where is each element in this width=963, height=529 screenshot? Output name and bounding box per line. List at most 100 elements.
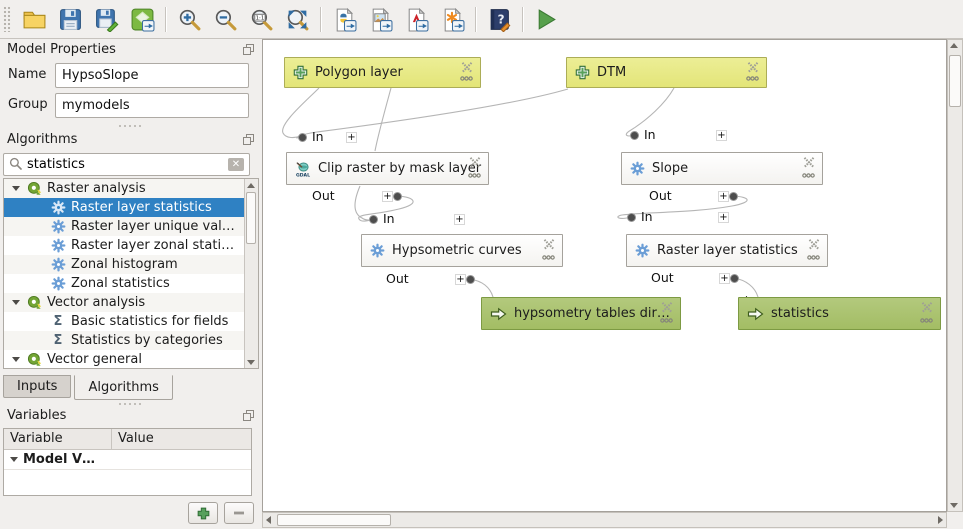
help-button[interactable]: ? — [482, 3, 516, 35]
expander-icon[interactable] — [10, 457, 18, 462]
zoom-actual-size-button[interactable]: 1:1 — [244, 3, 278, 35]
tree-item-8[interactable]: ΣStatistics by categories — [4, 331, 258, 350]
tree-item-0[interactable]: Raster analysis — [4, 179, 258, 198]
gear-icon — [635, 243, 650, 258]
hypsometric-out-socket-expand[interactable]: + — [455, 274, 466, 285]
export-svg-button[interactable] — [435, 3, 469, 35]
float-panel-icon[interactable] — [243, 44, 254, 55]
model-canvas[interactable]: Polygon layer DTM GDALClip raster by mask … — [262, 39, 947, 512]
column-value[interactable]: Value — [112, 429, 251, 449]
node-options-icon[interactable] — [807, 249, 820, 264]
clear-search-icon[interactable]: ✕ — [228, 158, 244, 171]
scroll-up-icon[interactable] — [950, 43, 958, 48]
tab-algorithms[interactable]: Algorithms — [74, 375, 172, 400]
hypsometric-in-socket-expand[interactable]: + — [454, 214, 465, 225]
node-options-icon[interactable] — [542, 249, 555, 264]
clip-out-socket-label: Out — [312, 188, 335, 203]
save-model-as-button[interactable] — [89, 3, 123, 35]
save-model-button[interactable] — [53, 3, 87, 35]
scroll-left-icon[interactable] — [266, 516, 271, 524]
tree-item-7[interactable]: ΣBasic statistics for fields — [4, 312, 258, 331]
clip-out-socket[interactable] — [393, 192, 402, 201]
statistics-alg-in-socket[interactable] — [627, 213, 636, 222]
hypsometric-in-socket[interactable] — [369, 215, 378, 224]
scrollbar-thumb[interactable] — [277, 514, 391, 526]
tree-item-1[interactable]: Raster layer statistics — [4, 198, 258, 217]
node-output-hypsometry-tables[interactable]: hypsometry tables dir… — [481, 297, 681, 330]
tree-item-4[interactable]: Zonal histogram — [4, 255, 258, 274]
slope-out-socket[interactable] — [729, 192, 738, 201]
zoom-out-button[interactable] — [208, 3, 242, 35]
qgis-icon — [26, 352, 42, 368]
model-group-input[interactable] — [55, 93, 249, 118]
export-python-button[interactable] — [327, 3, 361, 35]
horizontal-scrollbar[interactable] — [262, 512, 947, 528]
clip-out-socket-expand[interactable]: + — [382, 191, 393, 202]
variables-group-label: Model V… — [23, 452, 95, 467]
tree-item-6[interactable]: Vector analysis — [4, 293, 258, 312]
export-image-button[interactable] — [363, 3, 397, 35]
node-options-icon[interactable] — [660, 312, 673, 327]
node-options-icon[interactable] — [802, 167, 815, 182]
tree-item-2[interactable]: Raster layer unique val… — [4, 217, 258, 236]
node-hypsometric-curves[interactable]: Hypsometric curves — [361, 234, 563, 267]
group-label: Group — [8, 97, 48, 112]
variables-group-row[interactable]: Model V… — [4, 450, 251, 470]
svg-text:?: ? — [497, 12, 504, 26]
tree-item-3[interactable]: Raster layer zonal stati… — [4, 236, 258, 255]
node-output-statistics[interactable]: statistics — [738, 297, 941, 330]
clip-in-socket-expand[interactable]: + — [346, 132, 357, 143]
float-panel-icon[interactable] — [243, 410, 254, 421]
float-panel-icon[interactable] — [243, 134, 254, 145]
column-variable[interactable]: Variable — [4, 429, 112, 449]
clip-in-socket[interactable] — [298, 133, 307, 142]
export-pdf-button[interactable] — [399, 3, 433, 35]
zoom-full-button[interactable] — [280, 3, 314, 35]
tree-scrollbar[interactable] — [244, 179, 258, 368]
run-model-button[interactable] — [529, 3, 563, 35]
scroll-right-icon[interactable] — [938, 516, 943, 524]
expander-icon[interactable] — [12, 300, 20, 305]
node-options-icon[interactable] — [460, 70, 473, 85]
tree-item-label: Raster layer zonal stati… — [71, 238, 234, 253]
node-slope[interactable]: Slope — [621, 152, 823, 185]
expander-icon[interactable] — [12, 357, 20, 362]
scrollbar-thumb[interactable] — [246, 192, 256, 244]
slope-in-socket-expand[interactable]: + — [716, 130, 727, 141]
scroll-down-icon[interactable] — [245, 356, 257, 368]
slope-in-socket[interactable] — [630, 131, 639, 140]
node-clip-raster-by-mask-layer[interactable]: GDALClip raster by mask layer — [286, 152, 489, 185]
node-options-icon[interactable] — [468, 167, 481, 182]
vertical-scrollbar[interactable] — [947, 39, 963, 512]
hypsometric-out-socket[interactable] — [466, 275, 475, 284]
tab-inputs[interactable]: Inputs — [3, 375, 71, 398]
model-name-input[interactable] — [55, 63, 249, 88]
scroll-up-icon[interactable] — [245, 179, 257, 191]
scroll-down-icon[interactable] — [950, 503, 958, 508]
statistics-alg-out-socket[interactable] — [730, 274, 739, 283]
node-polygon-layer[interactable]: Polygon layer — [284, 57, 481, 88]
statistics-alg-out-socket-expand[interactable]: + — [719, 273, 730, 284]
search-input[interactable] — [22, 157, 228, 172]
scrollbar-thumb[interactable] — [949, 55, 961, 107]
expander-icon[interactable] — [12, 186, 20, 191]
tree-item-9[interactable]: Vector general — [4, 350, 258, 369]
save-model-in-project-button[interactable] — [125, 3, 159, 35]
plus-icon — [197, 507, 210, 520]
slope-out-socket-expand[interactable]: + — [718, 191, 729, 202]
splitter-handle[interactable] — [0, 125, 260, 129]
zoom-actual-icon: 1:1 — [249, 7, 274, 32]
svg-text:GDAL: GDAL — [296, 172, 310, 176]
statistics-alg-in-socket-expand[interactable]: + — [718, 212, 729, 223]
zoom-in-button[interactable] — [172, 3, 206, 35]
hypsometric-out-socket-label: Out — [386, 271, 409, 286]
add-variable-button[interactable] — [188, 502, 218, 524]
remove-variable-button[interactable] — [224, 502, 254, 524]
node-options-icon[interactable] — [746, 70, 759, 85]
toolbar-grip[interactable] — [3, 6, 11, 32]
node-options-icon[interactable] — [920, 312, 933, 327]
open-model-button[interactable] — [17, 3, 51, 35]
node-raster-layer-statistics[interactable]: Raster layer statistics — [626, 234, 828, 267]
tree-item-5[interactable]: Zonal statistics — [4, 274, 258, 293]
node-dtm[interactable]: DTM — [566, 57, 767, 88]
